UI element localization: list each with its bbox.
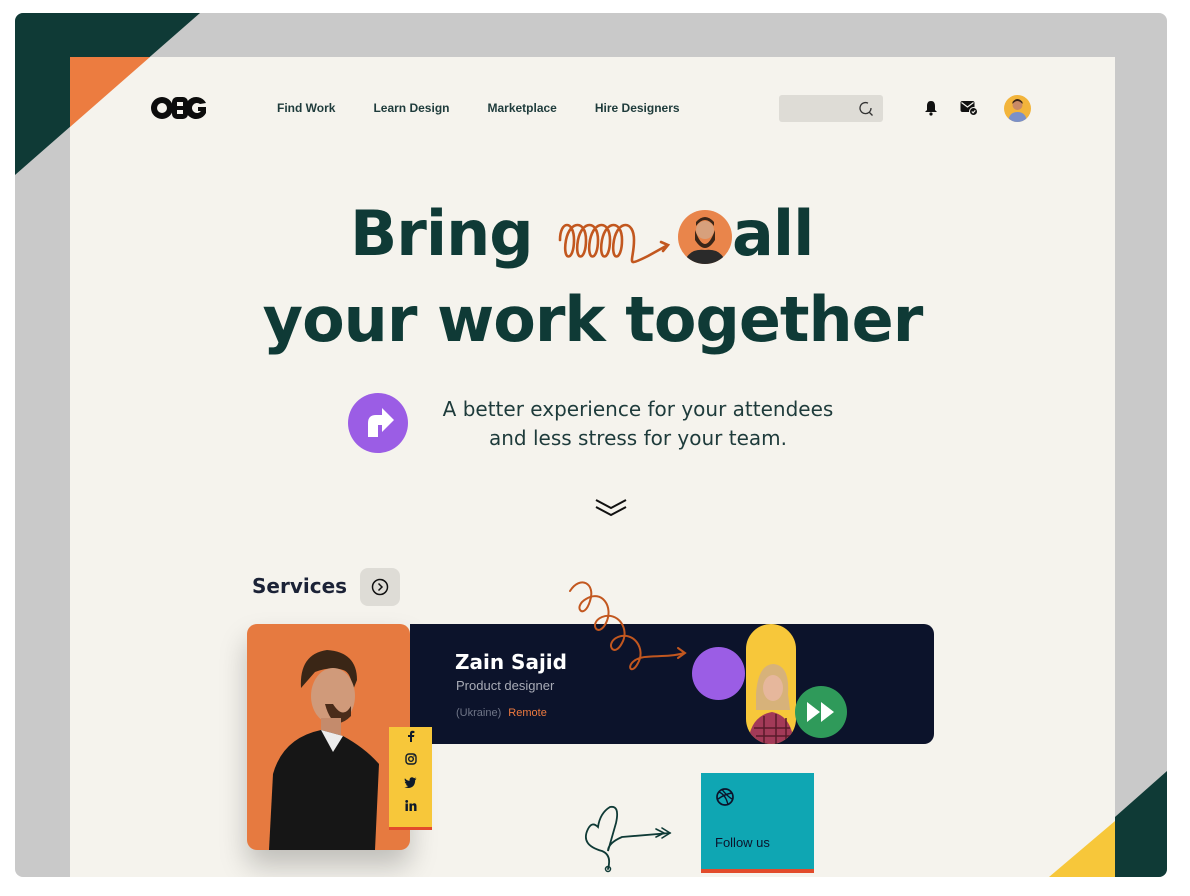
twitter-icon[interactable] [389, 773, 432, 796]
nav-learn-design[interactable]: Learn Design [373, 101, 449, 115]
search-icon[interactable] [858, 101, 874, 117]
designer-avatar-woman [748, 664, 794, 744]
follow-us-card[interactable]: Follow us [701, 773, 814, 873]
designer-role: Product designer [456, 678, 555, 693]
designer-photo-card [247, 624, 410, 850]
hero-title-line2: your work together [70, 285, 1115, 355]
squiggle-arrow-decoration-services [569, 581, 687, 671]
corner-decoration-yellow [1049, 821, 1115, 877]
instagram-icon[interactable] [389, 750, 432, 773]
turn-right-arrow-icon [368, 408, 394, 437]
squiggle-arrow-decoration [558, 223, 671, 264]
hero-title-line2-text: your work together [262, 283, 924, 356]
facebook-icon[interactable] [389, 727, 432, 750]
fast-forward-icon [807, 702, 834, 722]
hero-subtitle: A better experience for your attendees a… [428, 395, 848, 453]
hero-title-part2: all [732, 197, 814, 270]
designer-location: (Ukraine) Remote [456, 707, 547, 719]
instagram-glyph [404, 753, 417, 765]
fast-forward-button[interactable] [795, 686, 847, 738]
designer-name: Zain Sajid [455, 650, 567, 674]
landing-page: Find Work Learn Design Marketplace Hire … [70, 57, 1115, 877]
nav-marketplace[interactable]: Marketplace [487, 101, 556, 115]
hero-avatar-bearded-man [678, 210, 732, 264]
social-links [389, 727, 432, 830]
designer-portrait [269, 650, 379, 850]
linkedin-glyph [404, 800, 416, 811]
main-nav: Find Work Learn Design Marketplace Hire … [277, 101, 680, 115]
double-chevron-down-icon[interactable] [594, 497, 628, 519]
hero-avatar-image [684, 217, 726, 264]
search-input[interactable] [779, 95, 883, 122]
dribbble-icon [716, 788, 734, 806]
nav-find-work[interactable]: Find Work [277, 101, 335, 115]
corner-decoration-orange [70, 57, 150, 127]
designer-work-mode: Remote [508, 707, 547, 719]
hero-title-part1: Bring [350, 197, 534, 270]
follow-us-label: Follow us [715, 835, 770, 850]
screenshot-frame: Find Work Learn Design Marketplace Hire … [15, 13, 1167, 877]
get-started-button[interactable] [348, 393, 408, 453]
twitter-glyph [404, 777, 417, 788]
decorative-purple-circle [692, 647, 745, 700]
obg-logo[interactable] [150, 95, 208, 121]
heart-arrow-doodle [584, 805, 672, 873]
bell-icon[interactable] [924, 100, 938, 116]
services-next-button[interactable] [360, 568, 400, 606]
user-avatar[interactable] [1004, 95, 1031, 122]
hero-subtitle-line2: and less stress for your team. [488, 426, 788, 450]
mail-icon[interactable] [960, 100, 978, 116]
chevron-right-circle-icon [371, 578, 389, 596]
hero-subtitle-line1: A better experience for your attendees [442, 397, 834, 421]
linkedin-icon[interactable] [389, 796, 432, 819]
designer-country: (Ukraine) [456, 707, 502, 719]
services-heading: Services [252, 574, 348, 598]
nav-hire-designers[interactable]: Hire Designers [595, 101, 680, 115]
user-avatar-image [1008, 99, 1027, 122]
designer-avatar-pill [746, 624, 796, 744]
facebook-glyph [407, 730, 414, 742]
